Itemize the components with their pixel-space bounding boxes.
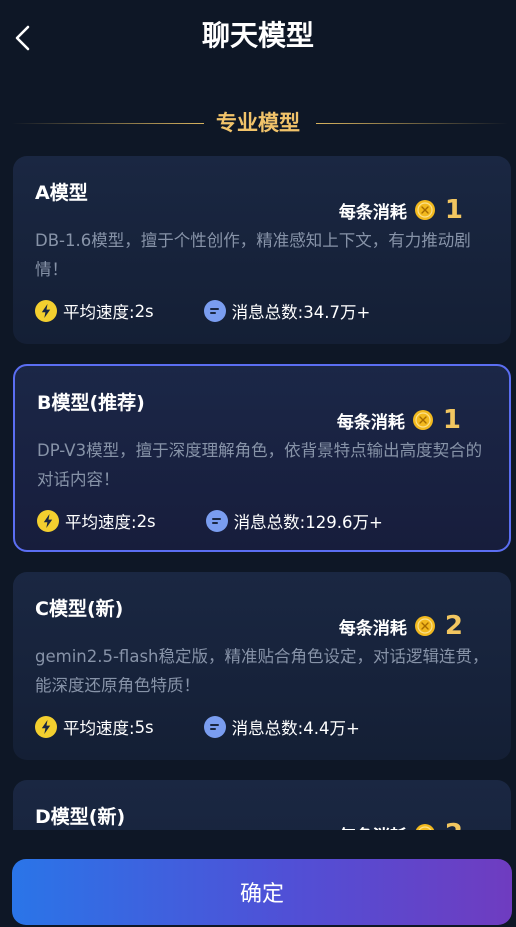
chat-bubble-icon — [205, 510, 228, 532]
section-header: 专业模型 — [0, 106, 516, 140]
coin-icon — [414, 200, 435, 220]
message-count-value: 34.7万+ — [303, 303, 371, 322]
model-stats: 平均速度: 2s 消息总数: 129.6万+ — [37, 508, 383, 534]
model-stats: 平均速度: 5s 消息总数: 4.4万+ — [35, 714, 360, 740]
coin-icon — [415, 824, 435, 830]
cost-value: 2 — [444, 611, 463, 641]
speed-label: 平均速度: — [65, 513, 137, 532]
header: 聊天模型 — [0, 0, 516, 76]
model-name: D模型(新) — [35, 806, 126, 828]
speed-value: 2s — [136, 511, 156, 531]
cost-indicator: 每条消耗 1 — [337, 404, 461, 436]
model-card-d[interactable]: D模型(新) 每条消耗 2 — [13, 780, 511, 830]
cost-value: 1 — [442, 405, 461, 435]
message-count-stat: 消息总数: 129.6万+ — [205, 509, 383, 533]
model-stats: 平均速度: 2s 消息总数: 34.7万+ — [35, 298, 370, 324]
cost-label: 每条消耗 — [339, 822, 407, 831]
speed-value: 5s — [134, 717, 154, 737]
model-name: A模型 — [35, 182, 88, 204]
model-name: C模型(新) — [35, 598, 124, 620]
speed-value: 2s — [134, 301, 154, 321]
lightning-icon — [35, 300, 57, 322]
cost-indicator: 每条消耗 2 — [339, 610, 463, 642]
speed-stat: 平均速度: 5s — [35, 715, 154, 739]
message-count-label: 消息总数: — [233, 513, 306, 532]
message-count-label: 消息总数: — [231, 719, 304, 738]
cost-label: 每条消耗 — [336, 412, 405, 433]
model-list[interactable]: A模型每条消耗 1 DB-1.6模型，擅于个性创作，精准感知上下文，有力推动剧情！ 平… — [0, 150, 516, 830]
model-card-a[interactable]: A模型每条消耗 1 DB-1.6模型，擅于个性创作，精准感知上下文，有力推动剧情！ 平… — [13, 156, 511, 344]
lightning-icon — [37, 510, 59, 532]
message-count-label: 消息总数: — [231, 303, 304, 322]
chat-bubble-icon — [203, 716, 226, 738]
model-card-b[interactable]: B模型(推荐) 每条消耗 1 DP-V3模型，擅于深度理解角色，依背景特点输出高度契合… — [13, 364, 511, 552]
message-count-stat: 消息总数: 34.7万+ — [203, 299, 371, 323]
cost-value: 1 — [444, 195, 463, 225]
message-count-value: 129.6万+ — [305, 513, 383, 532]
section-divider-right — [316, 123, 508, 124]
speed-stat: 平均速度: 2s — [35, 299, 154, 323]
message-count-stat: 消息总数: 4.4万+ — [203, 715, 360, 739]
model-description: DP-V3模型，擅于深度理解角色，依背景特点输出高度契合的对话内容！ — [37, 441, 483, 489]
cost-indicator: 每条消耗 1 — [339, 194, 463, 226]
model-card-c[interactable]: C模型(新) 每条消耗 2 gemin2.5-flash稳定版，精准贴合角色设定，对话… — [13, 572, 511, 760]
coin-icon — [412, 410, 433, 430]
speed-label: 平均速度: — [63, 719, 135, 738]
model-description: gemin2.5-flash稳定版，精准贴合角色设定，对话逻辑连贯，能深度还原角… — [35, 647, 489, 695]
lightning-icon — [35, 716, 57, 738]
cost-indicator: 每条消耗 2 — [339, 818, 463, 830]
speed-label: 平均速度: — [63, 303, 135, 322]
cost-label: 每条消耗 — [338, 202, 407, 223]
cost-label: 每条消耗 — [338, 618, 407, 639]
page-title: 聊天模型 — [201, 19, 314, 52]
model-description: DB-1.6模型，擅于个性创作，精准感知上下文，有力推动剧情！ — [35, 231, 471, 279]
cost-value: 2 — [445, 819, 463, 830]
coin-icon — [414, 616, 435, 636]
chat-model-page: 聊天模型 专业模型 A模型每条消耗 1 DB-1.6模型，擅于个性创作，精准感知上下… — [0, 0, 516, 927]
chat-bubble-icon — [203, 300, 226, 322]
confirm-button[interactable]: 确定 — [12, 859, 512, 925]
model-name: B模型(推荐) — [37, 392, 145, 414]
message-count-value: 4.4万+ — [303, 719, 360, 738]
speed-stat: 平均速度: 2s — [37, 509, 156, 533]
